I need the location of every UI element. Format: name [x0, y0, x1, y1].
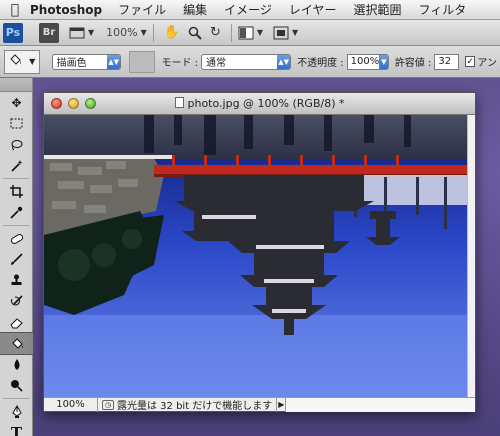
move-icon[interactable]: ✥: [0, 92, 33, 113]
divider: [3, 225, 29, 226]
paint-bucket-icon: [8, 53, 22, 71]
apple-icon[interactable]: : [0, 2, 30, 18]
paint-bucket-icon[interactable]: [0, 332, 34, 355]
tool-preset-picker[interactable]: ▼: [4, 49, 40, 74]
history-brush-icon[interactable]: [0, 291, 33, 312]
menu-bar:  Photoshop ファイル 編集 イメージ レイヤー 選択範囲 フィルタ: [0, 0, 500, 20]
antialias-label: アン: [477, 58, 498, 69]
dodge-icon[interactable]: [0, 375, 33, 396]
divider: [152, 23, 154, 42]
document-icon: [174, 97, 184, 108]
divider: [3, 178, 29, 179]
tools-panel: ✥ T: [0, 78, 34, 436]
magic-wand-icon[interactable]: [0, 155, 33, 176]
tolerance-label: 許容値 :: [394, 58, 432, 69]
opacity-slider-button[interactable]: ▼: [379, 53, 389, 70]
opacity-field[interactable]: 100%: [346, 53, 381, 70]
document-title: photo.jpg @ 100% (RGB/8) *: [44, 97, 475, 110]
menu-file[interactable]: ファイル: [118, 1, 166, 18]
pattern-picker[interactable]: [129, 50, 156, 73]
lasso-icon[interactable]: [0, 134, 33, 155]
menu-select[interactable]: 選択範囲: [354, 1, 402, 18]
tolerance-field[interactable]: 32: [434, 53, 459, 70]
photoshop-logo: Ps: [3, 22, 23, 43]
zoom-level[interactable]: 100%: [106, 26, 137, 39]
chevron-down-icon[interactable]: ▼: [141, 28, 147, 37]
menu-layer[interactable]: レイヤー: [289, 1, 337, 18]
status-info-icon[interactable]: ◷: [102, 399, 114, 410]
marquee-icon[interactable]: [0, 113, 33, 134]
select-arrows-icon: ▲▼: [107, 54, 121, 69]
panel-grip[interactable]: [0, 78, 32, 92]
pen-icon[interactable]: [0, 401, 33, 422]
rotate-view-icon[interactable]: ↻: [210, 23, 221, 43]
divider: [230, 23, 232, 42]
type-icon[interactable]: T: [0, 422, 33, 436]
clone-stamp-icon[interactable]: [0, 270, 33, 291]
menu-image[interactable]: イメージ: [224, 1, 272, 18]
horizontal-scrollbar[interactable]: [286, 397, 475, 412]
document-status-bar: 100% ◷ 露光量は 32 bit だけで機能します ▶: [44, 397, 475, 412]
vertical-scrollbar[interactable]: [467, 115, 475, 398]
blur-icon[interactable]: [0, 354, 33, 375]
brush-icon[interactable]: [0, 249, 33, 270]
mode-value: 通常: [206, 58, 227, 69]
fill-source-select[interactable]: 描画色 ▲▼: [51, 53, 122, 70]
status-message: 露光量は 32 bit だけで機能します: [117, 401, 273, 412]
fill-source-value: 描画色: [56, 58, 87, 69]
screen-mode-icon[interactable]: [273, 23, 289, 43]
view-extras-icon[interactable]: [69, 23, 85, 43]
photo-image: [44, 115, 468, 398]
mode-select[interactable]: 通常 ▲▼: [201, 53, 292, 70]
select-arrows-icon: ▲▼: [277, 54, 291, 69]
application-bar: Ps Br ▼ 100% ▼ ✋ ↻ ▼ ▼: [0, 20, 500, 46]
zoom-icon[interactable]: [188, 23, 202, 43]
opacity-label: 不透明度 :: [297, 58, 344, 69]
antialias-checkbox[interactable]: ✓: [465, 56, 476, 67]
menu-filter[interactable]: フィルタ: [419, 1, 467, 18]
eraser-icon[interactable]: [0, 312, 33, 333]
divider: [3, 398, 29, 399]
eyedropper-icon[interactable]: [0, 202, 33, 223]
chevron-down-icon[interactable]: ▼: [88, 28, 94, 37]
arrange-documents-icon[interactable]: [238, 23, 254, 43]
image-canvas[interactable]: [44, 115, 468, 398]
document-titlebar[interactable]: photo.jpg @ 100% (RGB/8) *: [44, 93, 475, 115]
hand-icon[interactable]: ✋: [164, 23, 180, 43]
chevron-down-icon[interactable]: ▼: [257, 28, 263, 37]
mode-label: モード :: [161, 58, 199, 69]
tool-options-bar: ▼ 描画色 ▲▼ モード : 通常 ▲▼ 不透明度 : 100% ▼ 許容値 :…: [0, 46, 500, 78]
chevron-down-icon: ▼: [379, 54, 388, 69]
bridge-button[interactable]: Br: [39, 22, 59, 43]
zoom-field[interactable]: 100%: [44, 397, 98, 412]
crop-icon[interactable]: [0, 181, 33, 202]
healing-brush-icon[interactable]: [0, 228, 33, 249]
menu-app-name[interactable]: Photoshop: [30, 3, 102, 17]
chevron-down-icon: ▼: [29, 57, 36, 66]
chevron-down-icon[interactable]: ▼: [292, 28, 298, 37]
document-title-text: photo.jpg @ 100% (RGB/8) *: [187, 97, 345, 110]
status-menu-arrow-icon[interactable]: ▶: [276, 397, 287, 412]
document-window: photo.jpg @ 100% (RGB/8) * 100% ◷ 露光量は 3…: [43, 92, 476, 412]
menu-edit[interactable]: 編集: [183, 1, 207, 18]
